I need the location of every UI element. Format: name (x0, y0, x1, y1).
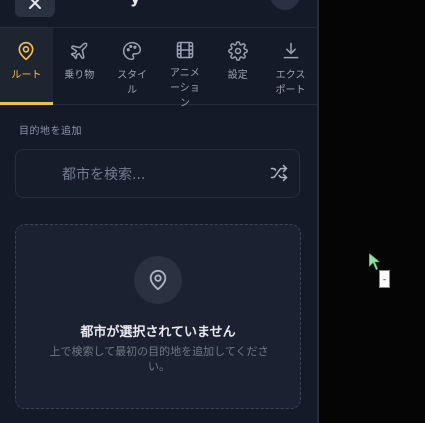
mouse-cursor-icon (369, 253, 381, 271)
tab-label: エクスポート (275, 70, 306, 96)
city-search-input[interactable] (60, 150, 264, 199)
close-button[interactable] (15, 0, 55, 17)
shuffle-icon[interactable] (270, 164, 290, 184)
tab-export[interactable]: エクスポート (264, 28, 317, 104)
download-icon (280, 40, 302, 62)
panel-divider (317, 0, 319, 423)
tab-settings[interactable]: 設定 (211, 28, 264, 104)
palette-icon (121, 40, 143, 62)
airplane-icon (68, 40, 90, 62)
tab-style[interactable]: スタイル (106, 28, 159, 104)
panel-header: y (0, 0, 317, 28)
tab-bar: ルート 乗り物 スタイル アニメーション 設定 エクスポート (0, 28, 317, 109)
tab-label: ルート (11, 70, 42, 81)
empty-state-description: 上で検索して最初の目的地を追加してください。 (49, 345, 269, 373)
film-icon (174, 40, 196, 60)
tab-vehicle[interactable]: 乗り物 (53, 28, 106, 104)
gear-icon (227, 40, 249, 62)
empty-state-icon-circle (134, 256, 182, 304)
header-title-fragment: y (130, 0, 140, 7)
map-pin-icon (149, 269, 167, 291)
header-round-button[interactable] (270, 0, 300, 10)
tab-label: 設定 (227, 70, 248, 81)
tab-label: アニメーション (169, 68, 200, 109)
tab-animation[interactable]: アニメーション (158, 28, 211, 109)
empty-state-title: 都市が選択されていません (80, 325, 236, 340)
close-icon (29, 0, 41, 9)
sidebar-panel: y ルート 乗り物 (0, 0, 317, 423)
tiny-overlay-box: - (379, 270, 390, 288)
add-destination-label: 目的地を追加 (19, 126, 82, 137)
city-search-box (15, 149, 300, 199)
tab-label: 乗り物 (64, 70, 95, 81)
tab-label: スタイル (117, 70, 148, 96)
map-pin-icon (15, 40, 37, 62)
tab-route[interactable]: ルート (0, 28, 53, 105)
empty-state-card: 都市が選択されていません 上で検索して最初の目的地を追加してください。 (15, 224, 301, 409)
